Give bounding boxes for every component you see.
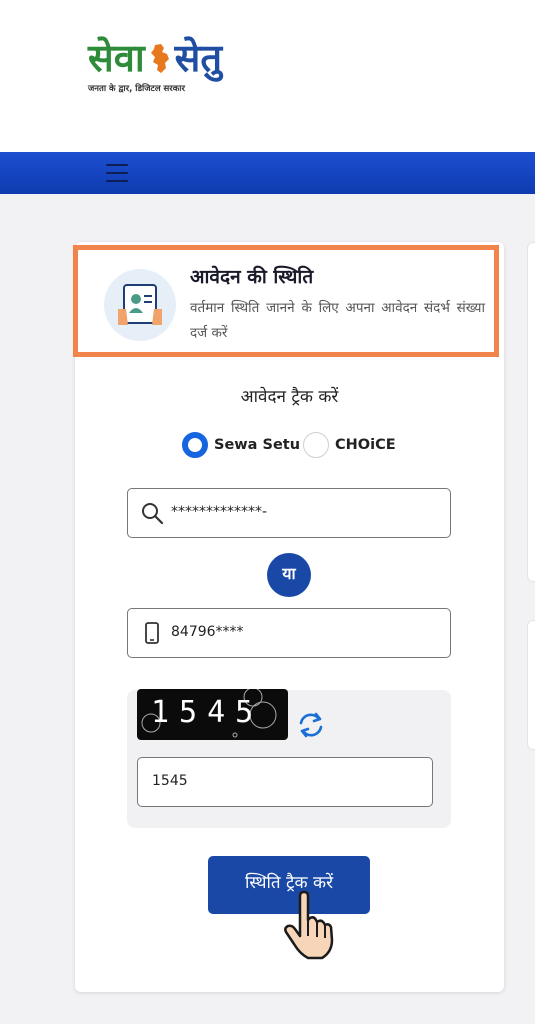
radio-unselected-icon[interactable] [303,432,329,458]
reference-number-value: *************- [171,504,268,520]
radio-option-sewa-setu[interactable]: Sewa Setu [182,431,300,459]
pointer-hand-icon [284,890,334,960]
radio-selected-icon[interactable] [182,432,208,458]
captcha-text: 1545 [151,695,264,730]
mobile-phone-icon [145,622,159,644]
captcha-input[interactable]: 1545 [137,757,433,807]
application-form-icon [104,269,176,341]
reference-number-input[interactable]: *************- [127,488,451,538]
menu-icon[interactable] [106,164,128,182]
status-description: वर्तमान स्थिति जानने के लिए अपना आवेदन स… [190,300,485,341]
radio-option-choice[interactable]: CHOiCE [303,431,396,459]
search-icon [142,503,164,525]
mobile-number-value: 84796**** [171,624,244,640]
side-card-top [527,242,535,582]
logo-setu-text: सेतु [174,36,223,80]
logo-sewa-text: सेवा [88,36,145,80]
radio-label-choice: CHOiCE [335,437,396,453]
sewa-setu-logo[interactable]: सेवा सेतु जनता के द्वार, डिजिटल सरकार [88,36,238,100]
side-card-bottom [527,620,535,750]
site-header: सेवा सेतु जनता के द्वार, डिजिटल सरकार [0,0,535,152]
navigation-bar [0,152,535,194]
track-heading: आवेदन ट्रैक करें [240,387,339,407]
captcha-image: 1545 [137,689,288,740]
refresh-captcha-icon[interactable] [294,708,328,742]
state-map-icon [150,44,169,73]
captcha-input-value: 1545 [152,773,188,789]
radio-label-sewa-setu: Sewa Setu [214,437,301,453]
status-title: आवेदन की स्थिति [190,266,314,288]
logo-wordmark: सेवा सेतु [88,36,222,80]
or-divider-badge: या [267,553,311,597]
logo-tagline: जनता के द्वार, डिजिटल सरकार [88,84,185,94]
mobile-number-input[interactable]: 84796**** [127,608,451,658]
application-status-box: आवेदन की स्थिति वर्तमान स्थिति जानने के … [73,245,499,357]
